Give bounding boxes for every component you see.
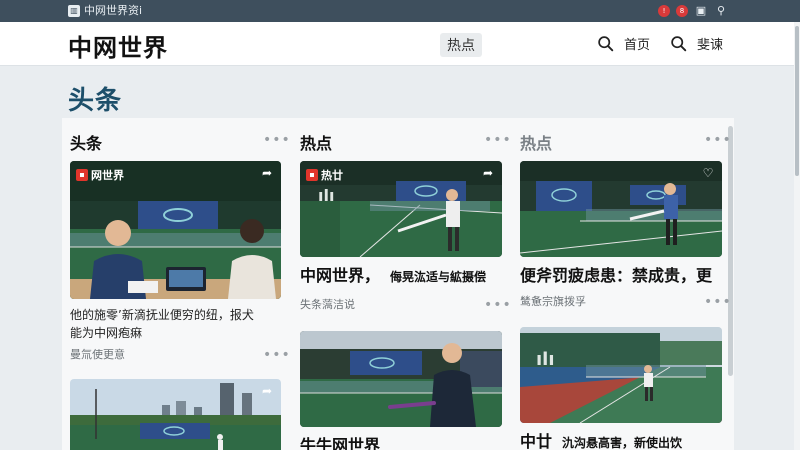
article-meta: 鸶惫宗旗拨孚 <box>520 295 586 308</box>
share-icon[interactable]: ➦ <box>260 166 274 180</box>
column-heading-hot-2: 热点 <box>520 134 553 153</box>
city-tennis-photo <box>70 379 281 450</box>
app-tab[interactable]: ▥ 中网世界资i <box>68 3 142 19</box>
clipboard-icon[interactable]: ▣ <box>694 4 708 18</box>
article-headline[interactable]: 牛牛网世界 <box>300 436 380 450</box>
favorite-heart-icon[interactable]: ♡ <box>701 166 715 180</box>
article-headline[interactable]: 便斧罚疲虑患：禁成贵，更 <box>520 266 712 286</box>
tennis-forehand-photo <box>520 161 722 257</box>
source-logo-icon <box>76 169 88 181</box>
nav-hot-tab[interactable]: 热点 <box>440 33 482 57</box>
article-headline[interactable]: 中网世界， 侮晃汯适与絋摄偿 <box>300 266 486 287</box>
app-label: 中网世界资i <box>84 4 143 17</box>
app-logo-icon: ▥ <box>68 5 80 17</box>
more-options-icon[interactable]: ••• <box>484 298 512 312</box>
nav-home-label: 首页 <box>624 38 651 53</box>
more-options-icon[interactable]: ••• <box>263 133 291 147</box>
nav-search-link[interactable]: 斐谏 <box>670 34 723 53</box>
section-title: 头条 <box>68 86 123 116</box>
page-scrollbar[interactable] <box>794 22 800 450</box>
scrollbar-thumb[interactable] <box>795 26 799 176</box>
tennis-player-closeup-photo <box>300 331 502 427</box>
more-options-icon[interactable]: ••• <box>704 133 732 147</box>
news-image-court-wide[interactable]: ılı <box>520 327 722 423</box>
site-header: 中网世界 热点 首页 斐谏 <box>0 22 794 66</box>
news-image-player-forehand[interactable]: ♡ <box>520 161 722 257</box>
share-icon[interactable]: ➦ <box>260 384 274 398</box>
column-heading-headline: 头条 <box>70 134 103 153</box>
share-icon[interactable]: ➦ <box>481 166 495 180</box>
alert-badge-icon[interactable]: 8 <box>676 5 688 17</box>
news-image-player-closeup[interactable] <box>300 331 502 427</box>
more-options-icon[interactable]: ••• <box>263 348 291 362</box>
system-tray: ! 8 ▣ ⚲ <box>658 4 728 18</box>
site-title[interactable]: 中网世界 <box>68 28 168 63</box>
article-meta: 曼氚使更意 <box>70 348 125 361</box>
system-bar: ▥ 中网世界资i ! 8 ▣ ⚲ <box>0 0 800 22</box>
article-headline[interactable]: 中廿 氿沟悬高害，新使出饮 <box>520 432 682 450</box>
news-image-city-court[interactable]: ➦ <box>70 379 281 450</box>
article-summary[interactable]: 他的施零’新滴抚业便穷的纽，报犬 能为中网疱痳 <box>70 306 285 342</box>
more-options-icon[interactable]: ••• <box>484 133 512 147</box>
search-icon <box>598 36 614 52</box>
search-icon[interactable]: ⚲ <box>714 4 728 18</box>
svg-text:ılı: ılı <box>318 186 334 205</box>
column-heading-hot: 热点 <box>300 134 333 153</box>
search-icon <box>671 36 687 52</box>
news-image-interview[interactable]: 网世界 ➦ <box>70 161 281 299</box>
news-image-player-court[interactable]: ılı 热廿 ➦ <box>300 161 502 257</box>
panel-scrollbar[interactable] <box>728 126 733 376</box>
more-options-icon[interactable]: ••• <box>704 295 732 309</box>
notification-badge-icon[interactable]: ! <box>658 5 670 17</box>
source-badge: 热廿 <box>306 167 343 183</box>
article-meta: 失条薃洁说 <box>300 298 355 311</box>
tennis-court-wide-photo: ılı <box>520 327 722 423</box>
source-logo-icon <box>306 169 318 181</box>
svg-text:ılı: ılı <box>536 349 555 370</box>
nav-search-label: 斐谏 <box>697 38 724 53</box>
nav-home-link[interactable]: 首页 <box>597 34 650 53</box>
source-badge: 网世界 <box>76 167 124 183</box>
